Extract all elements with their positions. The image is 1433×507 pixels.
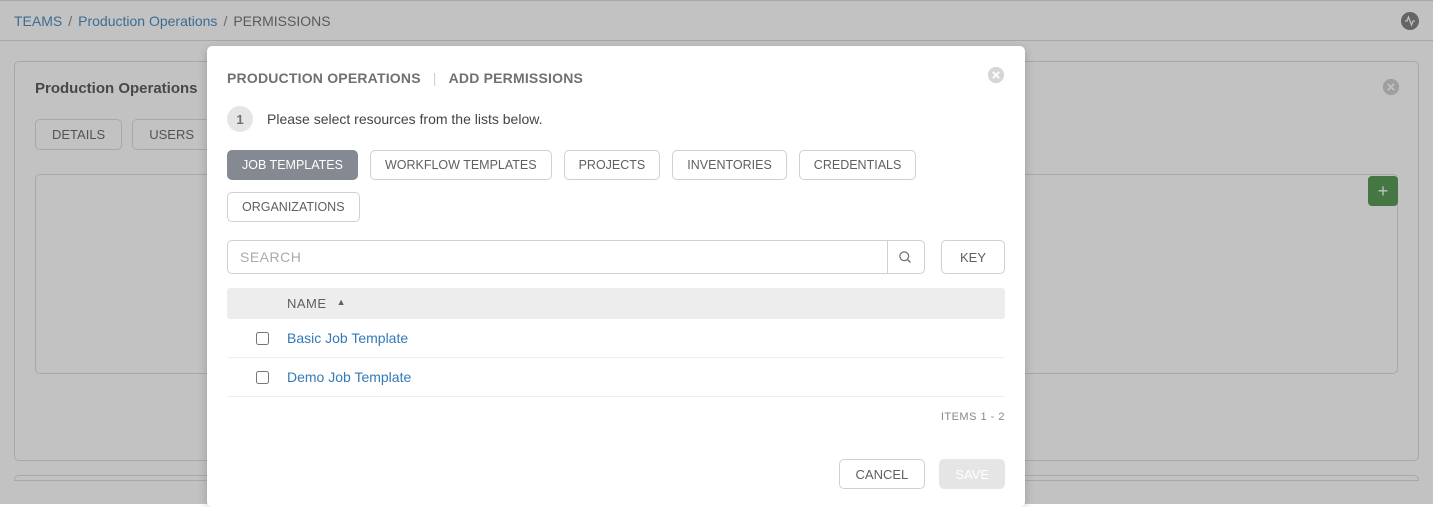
step-badge: 1 <box>227 106 253 132</box>
item-count: ITEMS 1 - 2 <box>227 411 1005 423</box>
row-checkbox[interactable] <box>256 371 269 384</box>
step-instruction: Please select resources from the lists b… <box>267 111 542 127</box>
key-button[interactable]: KEY <box>941 240 1005 274</box>
table-header[interactable]: NAME ▲ <box>227 288 1005 319</box>
modal-title-left: PRODUCTION OPERATIONS <box>227 70 421 86</box>
sort-asc-icon: ▲ <box>337 297 346 307</box>
row-checkbox[interactable] <box>256 332 269 345</box>
add-permissions-modal: PRODUCTION OPERATIONS | ADD PERMISSIONS … <box>207 46 1025 507</box>
resource-link[interactable]: Demo Job Template <box>287 369 411 385</box>
save-button[interactable]: SAVE <box>939 459 1005 489</box>
modal-title-right: ADD PERMISSIONS <box>449 70 583 86</box>
pill-projects[interactable]: PROJECTS <box>564 150 661 180</box>
resource-link[interactable]: Basic Job Template <box>287 330 408 346</box>
column-name: NAME <box>287 296 327 311</box>
search-button[interactable] <box>887 240 925 274</box>
close-icon[interactable] <box>987 66 1005 90</box>
pill-credentials[interactable]: CREDENTIALS <box>799 150 917 180</box>
table-row: Demo Job Template <box>227 358 1005 397</box>
table-row: Basic Job Template <box>227 319 1005 358</box>
pill-workflow-templates[interactable]: WORKFLOW TEMPLATES <box>370 150 552 180</box>
search-input[interactable] <box>227 240 887 274</box>
pill-organizations[interactable]: ORGANIZATIONS <box>227 192 360 222</box>
modal-title-divider: | <box>433 70 437 86</box>
cancel-button[interactable]: CANCEL <box>839 459 926 489</box>
pill-job-templates[interactable]: JOB TEMPLATES <box>227 150 358 180</box>
pill-inventories[interactable]: INVENTORIES <box>672 150 787 180</box>
